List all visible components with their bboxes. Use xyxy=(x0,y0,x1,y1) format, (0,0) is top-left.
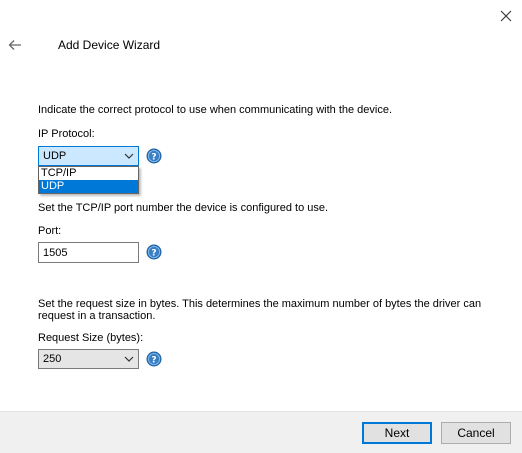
protocol-option-udp[interactable]: UDP xyxy=(39,180,138,193)
protocol-label: IP Protocol: xyxy=(38,128,95,140)
chevron-down-icon xyxy=(124,153,134,159)
svg-text:?: ? xyxy=(151,356,156,366)
protocol-select[interactable]: UDP xyxy=(38,146,139,166)
request-size-select-value: 250 xyxy=(43,353,62,365)
request-size-select[interactable]: 250 xyxy=(38,349,139,369)
next-button[interactable]: Next xyxy=(362,422,432,444)
help-icon[interactable]: ? xyxy=(146,148,162,164)
back-arrow-icon xyxy=(8,40,21,50)
port-label: Port: xyxy=(38,225,62,237)
port-description: Set the TCP/IP port number the device is… xyxy=(38,202,329,214)
port-input[interactable]: 1505 xyxy=(38,242,139,263)
help-icon[interactable]: ? xyxy=(146,244,162,260)
protocol-option-tcpip[interactable]: TCP/IP xyxy=(39,167,138,180)
help-icon[interactable]: ? xyxy=(146,351,162,367)
svg-text:?: ? xyxy=(151,153,156,163)
request-size-description: Set the request size in bytes. This dete… xyxy=(38,298,482,322)
close-icon xyxy=(500,10,512,22)
protocol-dropdown-list: TCP/IP UDP xyxy=(38,166,139,194)
svg-text:?: ? xyxy=(151,249,156,259)
protocol-select-value: UDP xyxy=(43,150,67,162)
request-size-label: Request Size (bytes): xyxy=(38,332,144,344)
protocol-description: Indicate the correct protocol to use whe… xyxy=(38,104,393,116)
close-button[interactable] xyxy=(493,3,519,29)
footer-bar: Next Cancel xyxy=(0,411,522,453)
window-title: Add Device Wizard xyxy=(58,38,161,52)
chevron-down-icon xyxy=(124,356,134,362)
back-button[interactable] xyxy=(4,32,26,58)
cancel-button[interactable]: Cancel xyxy=(441,422,511,444)
port-input-value: 1505 xyxy=(43,246,68,259)
